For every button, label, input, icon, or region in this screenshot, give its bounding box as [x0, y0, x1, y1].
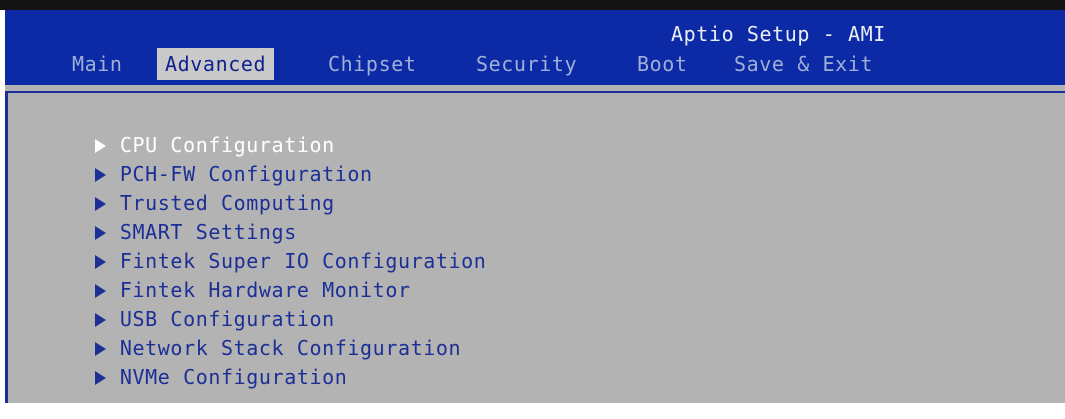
menu-item-cpu-configuration[interactable]: CPU Configuration [19, 103, 335, 157]
tab-boot[interactable]: Boot [637, 48, 688, 80]
tab-save-exit[interactable]: Save & Exit [734, 48, 873, 80]
tab-chipset[interactable]: Chipset [328, 48, 417, 80]
menu-item-fintek-super-io-configuration[interactable]: Fintek Super IO Configuration [19, 219, 486, 273]
menu-item-label: NVMe Configuration [119, 365, 348, 389]
menu-item-network-stack-configuration[interactable]: Network Stack Configuration [19, 306, 461, 360]
tab-main[interactable]: Main [72, 48, 123, 80]
submenu-arrow-icon [94, 371, 106, 385]
menu-item-nvme-configuration[interactable]: NVMe Configuration [19, 335, 347, 389]
menu-item-pch-fw-configuration[interactable]: PCH-FW Configuration [19, 132, 373, 186]
tab-bar: Main Advanced Chipset Security Boot Save… [5, 48, 1065, 80]
menu-item-smart-settings[interactable]: SMART Settings [19, 190, 297, 244]
menu-item-trusted-computing[interactable]: Trusted Computing [19, 161, 335, 215]
tab-advanced[interactable]: Advanced [157, 48, 275, 80]
tab-security[interactable]: Security [476, 48, 577, 80]
app-title: Aptio Setup - AMI [671, 22, 886, 46]
menu-item-usb-configuration[interactable]: USB Configuration [19, 277, 335, 331]
menu-item-fintek-hardware-monitor[interactable]: Fintek Hardware Monitor [19, 248, 411, 302]
top-strip [0, 0, 1065, 10]
menu-panel: CPU Configuration PCH-FW Configuration T… [5, 85, 1065, 403]
bios-setup-screen: Aptio Setup - AMI Main Advanced Chipset … [0, 0, 1065, 403]
header-bar: Aptio Setup - AMI Main Advanced Chipset … [5, 10, 1065, 85]
